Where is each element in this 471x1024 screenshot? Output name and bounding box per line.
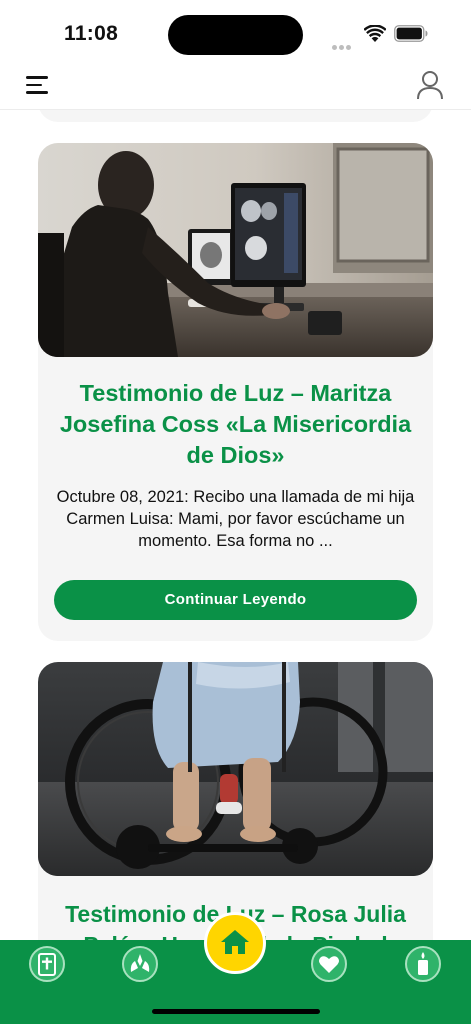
status-bar: 11:08 xyxy=(0,0,471,68)
user-profile-icon[interactable] xyxy=(416,70,444,100)
dynamic-island xyxy=(168,15,303,55)
cellular-signal-icon xyxy=(332,37,358,68)
previous-card-edge xyxy=(38,110,433,122)
status-time: 11:08 xyxy=(64,22,119,45)
app-screen: 11:08 Testimonio de Luz – Maritza Josefi… xyxy=(0,0,471,1024)
battery-icon xyxy=(394,25,428,42)
tab-bible[interactable] xyxy=(27,944,67,984)
home-icon xyxy=(221,930,249,954)
article-card[interactable]: Testimonio de Luz – Maritza Josefina Cos… xyxy=(38,143,433,641)
bible-icon xyxy=(29,946,65,982)
tab-heart[interactable] xyxy=(309,944,349,984)
article-card[interactable]: Testimonio de Luz – Rosa Julia Peláez Hu… xyxy=(38,662,433,940)
continue-reading-button[interactable]: Continuar Leyendo xyxy=(54,580,417,620)
article-image[interactable] xyxy=(38,662,433,876)
nav-header xyxy=(0,62,471,110)
tab-praying-hands[interactable] xyxy=(120,944,160,984)
wifi-icon xyxy=(364,25,386,42)
tab-home[interactable] xyxy=(204,912,266,974)
woman-at-medical-monitors-photo xyxy=(38,143,433,357)
praying-hands-icon xyxy=(122,946,158,982)
hamburger-menu-icon[interactable] xyxy=(26,76,48,94)
tab-candle[interactable] xyxy=(403,944,443,984)
article-title[interactable]: Testimonio de Luz – Maritza Josefina Cos… xyxy=(54,378,417,471)
article-excerpt: Octubre 08, 2021: Recibo una llamada de … xyxy=(56,488,415,550)
article-image[interactable] xyxy=(38,143,433,357)
home-indicator xyxy=(152,1009,320,1014)
heart-icon xyxy=(311,946,347,982)
article-feed[interactable]: Testimonio de Luz – Maritza Josefina Cos… xyxy=(0,110,471,940)
candle-icon xyxy=(405,946,441,982)
wheelchair-patient-photo xyxy=(38,662,433,876)
